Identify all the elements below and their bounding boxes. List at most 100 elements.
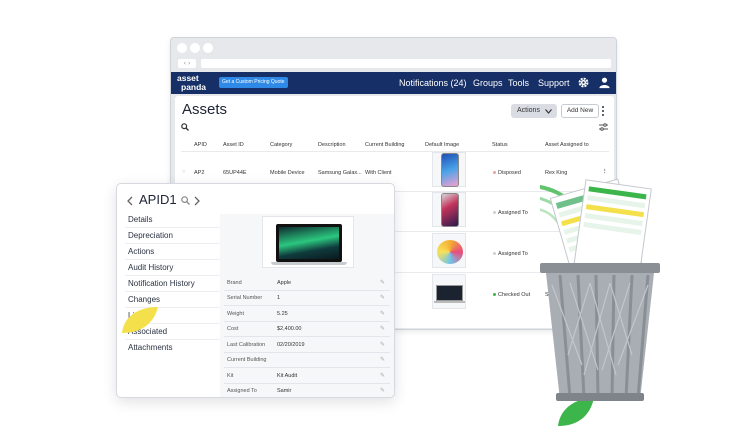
edit-pencil-icon[interactable]: ✎ (380, 372, 385, 379)
field-label: Current Building (227, 357, 267, 363)
laptop-screen (276, 224, 342, 262)
asset-panda-logo[interactable]: asset panda (177, 74, 206, 91)
edit-pencil-icon[interactable]: ✎ (380, 341, 385, 348)
column-header[interactable]: Category (270, 142, 292, 148)
column-header[interactable]: Status (492, 142, 508, 148)
address-bar[interactable] (201, 59, 611, 68)
window-dot-icon[interactable] (190, 43, 200, 53)
status-cell: Assigned To (493, 210, 528, 216)
field-divider (224, 352, 390, 353)
logo-text-line2: panda (181, 81, 207, 92)
column-header[interactable]: Current Building (365, 142, 404, 148)
edit-pencil-icon[interactable]: ✎ (380, 310, 385, 317)
field-value[interactable]: Samir (277, 388, 291, 394)
more-options-icon[interactable] (602, 106, 605, 116)
chevron-right-icon[interactable] (194, 196, 200, 206)
menu-item-changes[interactable]: Changes (128, 295, 160, 304)
laptop-image (436, 285, 463, 301)
menu-divider (125, 259, 221, 260)
field-label: Cost (227, 326, 239, 332)
laptop-base (271, 262, 347, 265)
menu-item-details[interactable]: Details (128, 215, 152, 224)
column-header[interactable]: Description (318, 142, 346, 148)
edit-pencil-icon[interactable]: ✎ (380, 294, 385, 301)
field-divider (224, 305, 390, 306)
pricing-quote-button[interactable]: Get a Custom Pricing Quote (219, 77, 288, 88)
field-label: Weight (227, 311, 245, 317)
table-cell: Samsung Galax... (318, 170, 362, 176)
actions-dropdown[interactable]: Actions (511, 104, 557, 118)
status-cell: Assigned To (493, 251, 528, 257)
field-label: Brand (227, 280, 242, 286)
field-label: Serial Number (227, 295, 263, 301)
field-value[interactable]: 1 (277, 295, 280, 301)
nav-notifications[interactable]: Notifications (24) (399, 77, 467, 89)
field-value[interactable]: 5.25 (277, 311, 288, 317)
table-cell: With Client (365, 170, 392, 176)
table-cell: Mobile Device (270, 170, 305, 176)
menu-divider (125, 275, 221, 276)
column-header[interactable]: APID (194, 142, 207, 148)
field-value[interactable]: Apple (277, 280, 291, 286)
asset-detail-panel: APID1 Details Depreciation Actions Audit… (116, 183, 395, 398)
search-icon[interactable] (181, 123, 189, 131)
nav-tools[interactable]: Tools (508, 77, 529, 89)
status-cell: Checked Out (493, 292, 530, 298)
status-dot-icon (493, 171, 496, 175)
menu-item-actions[interactable]: Actions (128, 247, 154, 256)
filter-sliders-icon[interactable] (599, 123, 608, 131)
menu-item-notification-history[interactable]: Notification History (128, 279, 195, 288)
menu-divider (125, 227, 221, 228)
window-dot-icon[interactable] (177, 43, 187, 53)
menu-divider (125, 339, 221, 340)
app-navbar: asset panda Get a Custom Pricing Quote N… (171, 72, 616, 94)
edit-pencil-icon[interactable]: ✎ (380, 325, 385, 332)
asset-main-image[interactable] (262, 216, 354, 268)
field-divider (224, 290, 390, 291)
asset-image-thumbnail[interactable] (432, 233, 466, 268)
field-value[interactable]: Kit Audit (277, 373, 297, 379)
edit-pencil-icon[interactable]: ✎ (380, 387, 385, 394)
page-title: Assets (182, 101, 228, 118)
phone-image (441, 153, 459, 187)
asset-image-thumbnail[interactable] (432, 274, 466, 309)
asset-image-thumbnail[interactable] (432, 152, 466, 187)
search-icon[interactable] (181, 196, 190, 205)
status-cell: Disposed (493, 170, 521, 176)
table-cell: 65UP44E (223, 170, 247, 176)
column-header[interactable]: Asset ID (223, 142, 244, 148)
status-dot-icon (493, 211, 496, 215)
table-cell: AP2 (194, 170, 205, 176)
colorful-device-image (437, 240, 463, 264)
menu-item-audit-history[interactable]: Audit History (128, 263, 173, 272)
column-header[interactable]: Asset Assigned to (545, 142, 589, 148)
yellow-leaf-icon (122, 307, 158, 333)
browser-chrome: ‹ › (171, 38, 616, 70)
column-header[interactable]: Default Image (425, 142, 459, 148)
chevron-left-icon[interactable] (127, 196, 133, 206)
status-dot-icon (493, 293, 496, 297)
field-label: Assigned To (227, 388, 257, 394)
chevron-down-icon (545, 109, 552, 114)
nav-groups[interactable]: Groups (473, 77, 503, 89)
menu-item-depreciation[interactable]: Depreciation (128, 231, 173, 240)
edit-pencil-icon[interactable]: ✎ (380, 279, 385, 286)
window-dot-icon[interactable] (203, 43, 213, 53)
trash-can-with-papers-icon (540, 178, 660, 401)
field-value[interactable]: 02/20/2019 (277, 342, 305, 348)
edit-pencil-icon[interactable]: ✎ (380, 356, 385, 363)
actions-label: Actions (517, 107, 540, 114)
menu-item-attachments[interactable]: Attachments (128, 343, 172, 352)
field-divider (224, 336, 390, 337)
asset-image-thumbnail[interactable] (432, 192, 466, 227)
row-checkbox[interactable]: ○ (182, 169, 185, 175)
gear-icon[interactable] (577, 76, 590, 89)
nav-support[interactable]: Support (538, 77, 570, 89)
field-value[interactable]: $2,400.00 (277, 326, 301, 332)
status-text: Assigned To (498, 210, 528, 216)
status-text: Assigned To (498, 251, 528, 257)
menu-divider (125, 243, 221, 244)
back-forward-icon[interactable]: ‹ › (178, 59, 196, 68)
add-new-button[interactable]: Add New (561, 104, 599, 118)
user-icon[interactable] (598, 76, 611, 89)
